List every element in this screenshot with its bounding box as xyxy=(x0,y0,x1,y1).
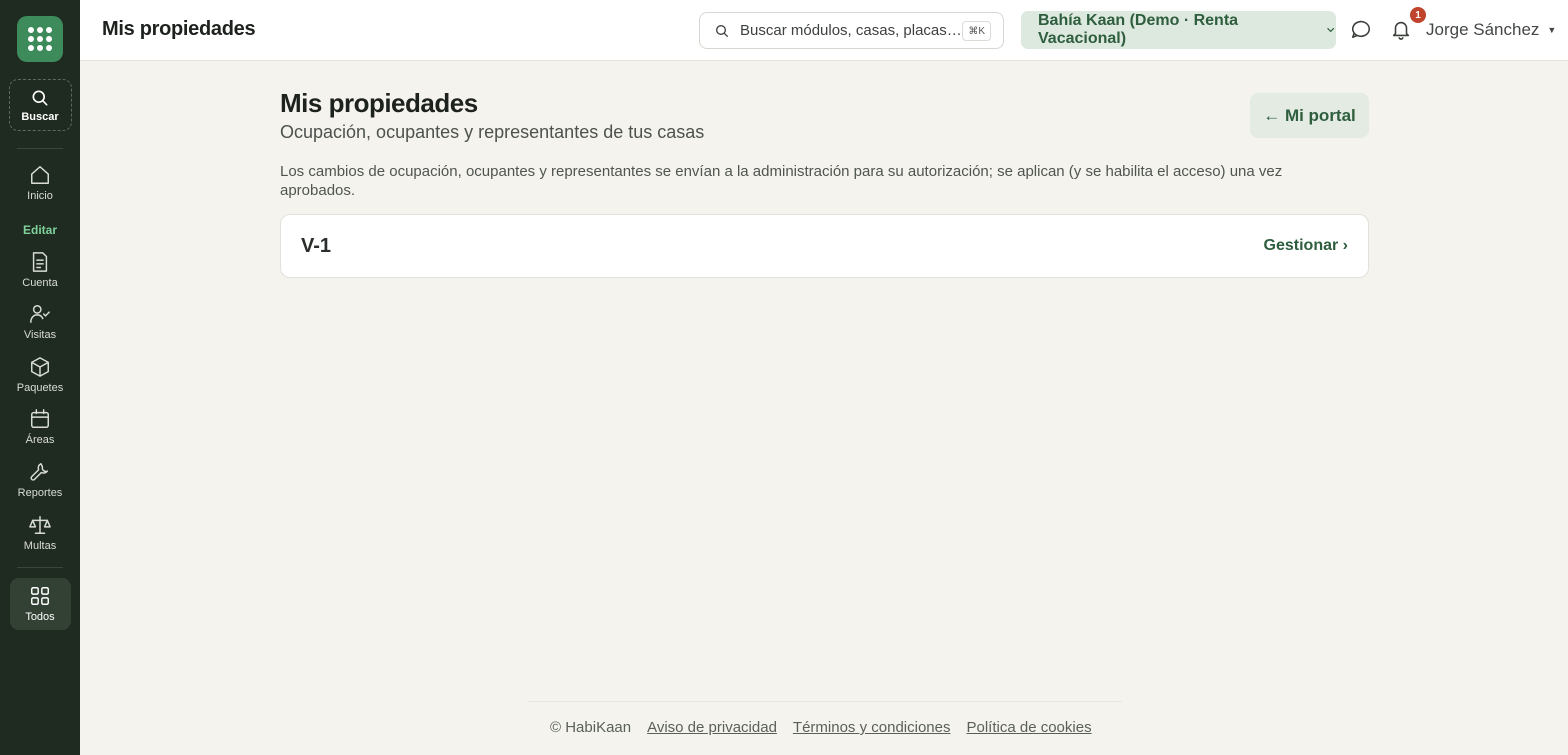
sidebar-divider xyxy=(17,148,63,149)
property-selector[interactable]: Bahía Kaan (Demo · Renta Vacacional) xyxy=(1021,11,1336,49)
sidebar: Buscar Inicio Editar Cuenta Visitas Paqu… xyxy=(0,0,80,755)
search-input[interactable] xyxy=(740,22,960,39)
sidebar-item-label: Áreas xyxy=(25,434,55,446)
scale-icon xyxy=(29,516,51,534)
sidebar-item-multas[interactable]: Multas xyxy=(5,514,75,552)
sidebar-item-label: Cuenta xyxy=(22,277,58,289)
wrench-icon xyxy=(30,463,49,481)
sidebar-item-cuenta[interactable]: Cuenta xyxy=(5,251,75,289)
chat-icon[interactable] xyxy=(1350,18,1372,40)
main-content: Mis propiedades Ocupación, ocupantes y r… xyxy=(280,88,1369,278)
sidebar-item-visitas[interactable]: Visitas xyxy=(5,303,75,341)
sidebar-divider xyxy=(17,567,63,568)
caret-down-icon: ▼ xyxy=(1547,25,1557,35)
sidebar-section-label: Editar xyxy=(22,223,57,237)
page-subtitle: Ocupación, ocupantes y representantes de… xyxy=(280,122,705,142)
user-check-icon xyxy=(30,305,50,323)
user-name: Jorge Sánchez xyxy=(1426,20,1540,39)
house-card[interactable]: V-1 Gestionar › xyxy=(280,214,1369,278)
header-title: Mis propiedades xyxy=(102,18,256,40)
sidebar-item-reportes[interactable]: Reportes xyxy=(5,461,75,499)
sidebar-search-label: Buscar xyxy=(21,110,59,123)
home-icon xyxy=(31,166,49,184)
app-launcher-logo[interactable] xyxy=(17,16,63,62)
grid-dots-icon xyxy=(28,27,52,51)
house-name: V-1 xyxy=(301,234,332,257)
sidebar-item-label: Reportes xyxy=(17,487,63,499)
footer-link-terms[interactable]: Términos y condiciones xyxy=(793,719,951,736)
search-shortcut-badge: ⌘K xyxy=(962,21,991,41)
sidebar-item-paquetes[interactable]: Paquetes xyxy=(5,356,75,394)
global-search[interactable]: ⌘K xyxy=(699,12,1004,49)
my-portal-button[interactable]: ← Mi portal xyxy=(1250,93,1369,138)
sidebar-item-label: Multas xyxy=(23,540,57,552)
footer: © HabiKaan Aviso de privacidad Términos … xyxy=(550,719,1092,736)
property-selector-label: Bahía Kaan (Demo · Renta Vacacional) xyxy=(1038,12,1239,47)
footer-link-cookies[interactable]: Política de cookies xyxy=(967,719,1092,736)
top-header: Mis propiedades ⌘K Bahía Kaan (Demo · Re… xyxy=(80,0,1568,61)
footer-copyright: © HabiKaan xyxy=(550,719,632,736)
sidebar-item-areas[interactable]: Áreas xyxy=(5,408,75,446)
sidebar-search-button[interactable]: Buscar xyxy=(8,79,72,131)
sidebar-item-todos[interactable]: Todos xyxy=(9,578,71,630)
calendar-icon xyxy=(31,409,49,428)
approval-notice: Los cambios de ocupación, ocupantes y re… xyxy=(280,163,1283,199)
apps-grid-icon xyxy=(31,587,49,605)
sidebar-item-inicio[interactable]: Inicio xyxy=(5,164,75,202)
manage-house-link[interactable]: Gestionar › xyxy=(1264,237,1348,255)
notification-badge: 1 xyxy=(1410,7,1426,23)
receipt-icon xyxy=(32,252,48,272)
sidebar-item-label: Inicio xyxy=(27,190,53,202)
chevron-down-icon xyxy=(1326,27,1334,33)
sidebar-item-label: Visitas xyxy=(23,329,57,341)
search-icon xyxy=(716,24,728,37)
user-menu[interactable]: Jorge Sánchez ▼ xyxy=(1426,20,1556,40)
footer-link-privacy[interactable]: Aviso de privacidad xyxy=(647,719,777,736)
box-icon xyxy=(31,357,49,377)
sidebar-item-label: Paquetes xyxy=(16,382,64,394)
search-icon xyxy=(32,90,48,105)
bell-icon[interactable] xyxy=(1390,17,1412,41)
sidebar-item-label: Todos xyxy=(25,611,55,623)
page-title: Mis propiedades xyxy=(280,88,478,118)
footer-divider xyxy=(528,701,1122,702)
